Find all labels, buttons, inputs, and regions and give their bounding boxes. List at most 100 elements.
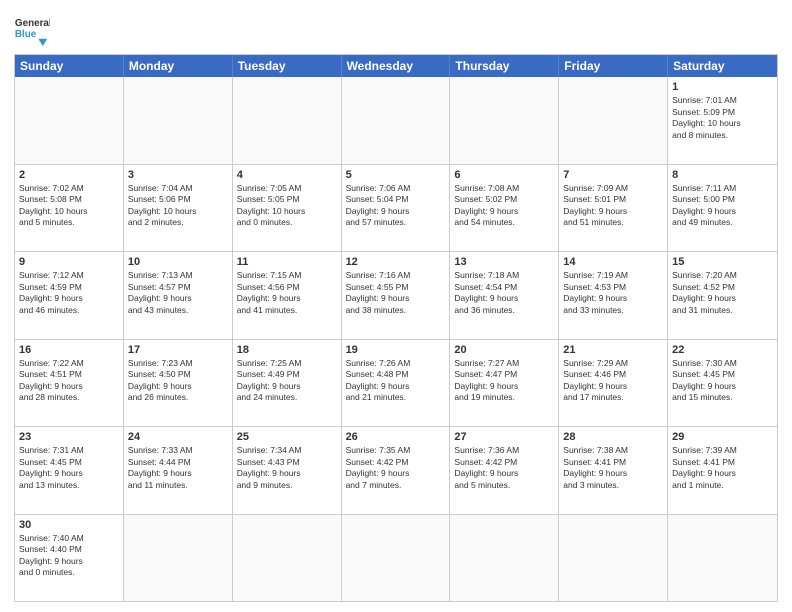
calendar-week-row: 9Sunrise: 7:12 AM Sunset: 4:59 PM Daylig… [15, 252, 777, 340]
calendar-day-cell: 12Sunrise: 7:16 AM Sunset: 4:55 PM Dayli… [342, 252, 451, 339]
calendar-week-row: 1Sunrise: 7:01 AM Sunset: 5:09 PM Daylig… [15, 77, 777, 165]
cal-header-cell: Monday [124, 55, 233, 77]
calendar-day-cell [559, 515, 668, 602]
day-info: Sunrise: 7:33 AM Sunset: 4:44 PM Dayligh… [128, 445, 228, 491]
calendar-day-cell: 5Sunrise: 7:06 AM Sunset: 5:04 PM Daylig… [342, 165, 451, 252]
day-number: 23 [19, 430, 119, 444]
calendar-day-cell: 20Sunrise: 7:27 AM Sunset: 4:47 PM Dayli… [450, 340, 559, 427]
calendar-day-cell: 15Sunrise: 7:20 AM Sunset: 4:52 PM Dayli… [668, 252, 777, 339]
day-info: Sunrise: 7:18 AM Sunset: 4:54 PM Dayligh… [454, 270, 554, 316]
calendar-day-cell [342, 77, 451, 164]
day-info: Sunrise: 7:36 AM Sunset: 4:42 PM Dayligh… [454, 445, 554, 491]
day-number: 18 [237, 343, 337, 357]
day-number: 7 [563, 168, 663, 182]
calendar-week-row: 16Sunrise: 7:22 AM Sunset: 4:51 PM Dayli… [15, 340, 777, 428]
day-info: Sunrise: 7:22 AM Sunset: 4:51 PM Dayligh… [19, 358, 119, 404]
cal-header-cell: Tuesday [233, 55, 342, 77]
svg-text:General: General [15, 18, 50, 29]
day-number: 10 [128, 255, 228, 269]
calendar-day-cell: 26Sunrise: 7:35 AM Sunset: 4:42 PM Dayli… [342, 427, 451, 514]
calendar-day-cell: 17Sunrise: 7:23 AM Sunset: 4:50 PM Dayli… [124, 340, 233, 427]
calendar-day-cell: 14Sunrise: 7:19 AM Sunset: 4:53 PM Dayli… [559, 252, 668, 339]
calendar: SundayMondayTuesdayWednesdayThursdayFrid… [14, 54, 778, 602]
calendar-week-row: 2Sunrise: 7:02 AM Sunset: 5:08 PM Daylig… [15, 165, 777, 253]
day-info: Sunrise: 7:26 AM Sunset: 4:48 PM Dayligh… [346, 358, 446, 404]
day-info: Sunrise: 7:35 AM Sunset: 4:42 PM Dayligh… [346, 445, 446, 491]
calendar-day-cell: 29Sunrise: 7:39 AM Sunset: 4:41 PM Dayli… [668, 427, 777, 514]
calendar-week-row: 30Sunrise: 7:40 AM Sunset: 4:40 PM Dayli… [15, 515, 777, 602]
calendar-day-cell [668, 515, 777, 602]
day-info: Sunrise: 7:16 AM Sunset: 4:55 PM Dayligh… [346, 270, 446, 316]
day-info: Sunrise: 7:09 AM Sunset: 5:01 PM Dayligh… [563, 183, 663, 229]
calendar-day-cell [15, 77, 124, 164]
day-info: Sunrise: 7:19 AM Sunset: 4:53 PM Dayligh… [563, 270, 663, 316]
calendar-day-cell: 27Sunrise: 7:36 AM Sunset: 4:42 PM Dayli… [450, 427, 559, 514]
day-info: Sunrise: 7:23 AM Sunset: 4:50 PM Dayligh… [128, 358, 228, 404]
day-info: Sunrise: 7:40 AM Sunset: 4:40 PM Dayligh… [19, 533, 119, 579]
day-info: Sunrise: 7:29 AM Sunset: 4:46 PM Dayligh… [563, 358, 663, 404]
day-info: Sunrise: 7:11 AM Sunset: 5:00 PM Dayligh… [672, 183, 773, 229]
day-info: Sunrise: 7:27 AM Sunset: 4:47 PM Dayligh… [454, 358, 554, 404]
day-info: Sunrise: 7:13 AM Sunset: 4:57 PM Dayligh… [128, 270, 228, 316]
calendar-day-cell: 24Sunrise: 7:33 AM Sunset: 4:44 PM Dayli… [124, 427, 233, 514]
page: General Blue SundayMondayTuesdayWednesda… [0, 0, 792, 612]
calendar-day-cell: 9Sunrise: 7:12 AM Sunset: 4:59 PM Daylig… [15, 252, 124, 339]
calendar-day-cell [124, 77, 233, 164]
day-info: Sunrise: 7:15 AM Sunset: 4:56 PM Dayligh… [237, 270, 337, 316]
day-number: 14 [563, 255, 663, 269]
cal-header-cell: Wednesday [342, 55, 451, 77]
calendar-day-cell: 16Sunrise: 7:22 AM Sunset: 4:51 PM Dayli… [15, 340, 124, 427]
calendar-day-cell [559, 77, 668, 164]
calendar-day-cell: 1Sunrise: 7:01 AM Sunset: 5:09 PM Daylig… [668, 77, 777, 164]
day-info: Sunrise: 7:12 AM Sunset: 4:59 PM Dayligh… [19, 270, 119, 316]
logo-icon: General Blue [14, 10, 50, 46]
calendar-day-cell [124, 515, 233, 602]
cal-header-cell: Sunday [15, 55, 124, 77]
day-number: 11 [237, 255, 337, 269]
calendar-day-cell: 21Sunrise: 7:29 AM Sunset: 4:46 PM Dayli… [559, 340, 668, 427]
day-info: Sunrise: 7:01 AM Sunset: 5:09 PM Dayligh… [672, 95, 773, 141]
calendar-day-cell: 22Sunrise: 7:30 AM Sunset: 4:45 PM Dayli… [668, 340, 777, 427]
day-number: 17 [128, 343, 228, 357]
calendar-day-cell: 30Sunrise: 7:40 AM Sunset: 4:40 PM Dayli… [15, 515, 124, 602]
day-number: 15 [672, 255, 773, 269]
day-number: 22 [672, 343, 773, 357]
calendar-body: 1Sunrise: 7:01 AM Sunset: 5:09 PM Daylig… [15, 77, 777, 601]
day-number: 8 [672, 168, 773, 182]
calendar-day-cell: 11Sunrise: 7:15 AM Sunset: 4:56 PM Dayli… [233, 252, 342, 339]
day-info: Sunrise: 7:20 AM Sunset: 4:52 PM Dayligh… [672, 270, 773, 316]
day-number: 1 [672, 80, 773, 94]
calendar-day-cell: 23Sunrise: 7:31 AM Sunset: 4:45 PM Dayli… [15, 427, 124, 514]
day-info: Sunrise: 7:30 AM Sunset: 4:45 PM Dayligh… [672, 358, 773, 404]
day-number: 20 [454, 343, 554, 357]
day-info: Sunrise: 7:08 AM Sunset: 5:02 PM Dayligh… [454, 183, 554, 229]
day-number: 6 [454, 168, 554, 182]
day-info: Sunrise: 7:06 AM Sunset: 5:04 PM Dayligh… [346, 183, 446, 229]
calendar-day-cell: 2Sunrise: 7:02 AM Sunset: 5:08 PM Daylig… [15, 165, 124, 252]
calendar-day-cell: 6Sunrise: 7:08 AM Sunset: 5:02 PM Daylig… [450, 165, 559, 252]
calendar-day-cell [233, 515, 342, 602]
day-number: 21 [563, 343, 663, 357]
day-info: Sunrise: 7:02 AM Sunset: 5:08 PM Dayligh… [19, 183, 119, 229]
day-number: 28 [563, 430, 663, 444]
calendar-day-cell [342, 515, 451, 602]
calendar-day-cell [233, 77, 342, 164]
day-info: Sunrise: 7:04 AM Sunset: 5:06 PM Dayligh… [128, 183, 228, 229]
day-info: Sunrise: 7:34 AM Sunset: 4:43 PM Dayligh… [237, 445, 337, 491]
calendar-day-cell [450, 515, 559, 602]
cal-header-cell: Thursday [450, 55, 559, 77]
day-number: 25 [237, 430, 337, 444]
day-number: 16 [19, 343, 119, 357]
calendar-day-cell: 25Sunrise: 7:34 AM Sunset: 4:43 PM Dayli… [233, 427, 342, 514]
calendar-day-cell [450, 77, 559, 164]
day-number: 13 [454, 255, 554, 269]
calendar-day-cell: 4Sunrise: 7:05 AM Sunset: 5:05 PM Daylig… [233, 165, 342, 252]
day-number: 9 [19, 255, 119, 269]
calendar-day-cell: 18Sunrise: 7:25 AM Sunset: 4:49 PM Dayli… [233, 340, 342, 427]
day-number: 4 [237, 168, 337, 182]
day-number: 24 [128, 430, 228, 444]
header: General Blue [14, 10, 778, 46]
cal-header-cell: Friday [559, 55, 668, 77]
calendar-day-cell: 8Sunrise: 7:11 AM Sunset: 5:00 PM Daylig… [668, 165, 777, 252]
day-number: 30 [19, 518, 119, 532]
